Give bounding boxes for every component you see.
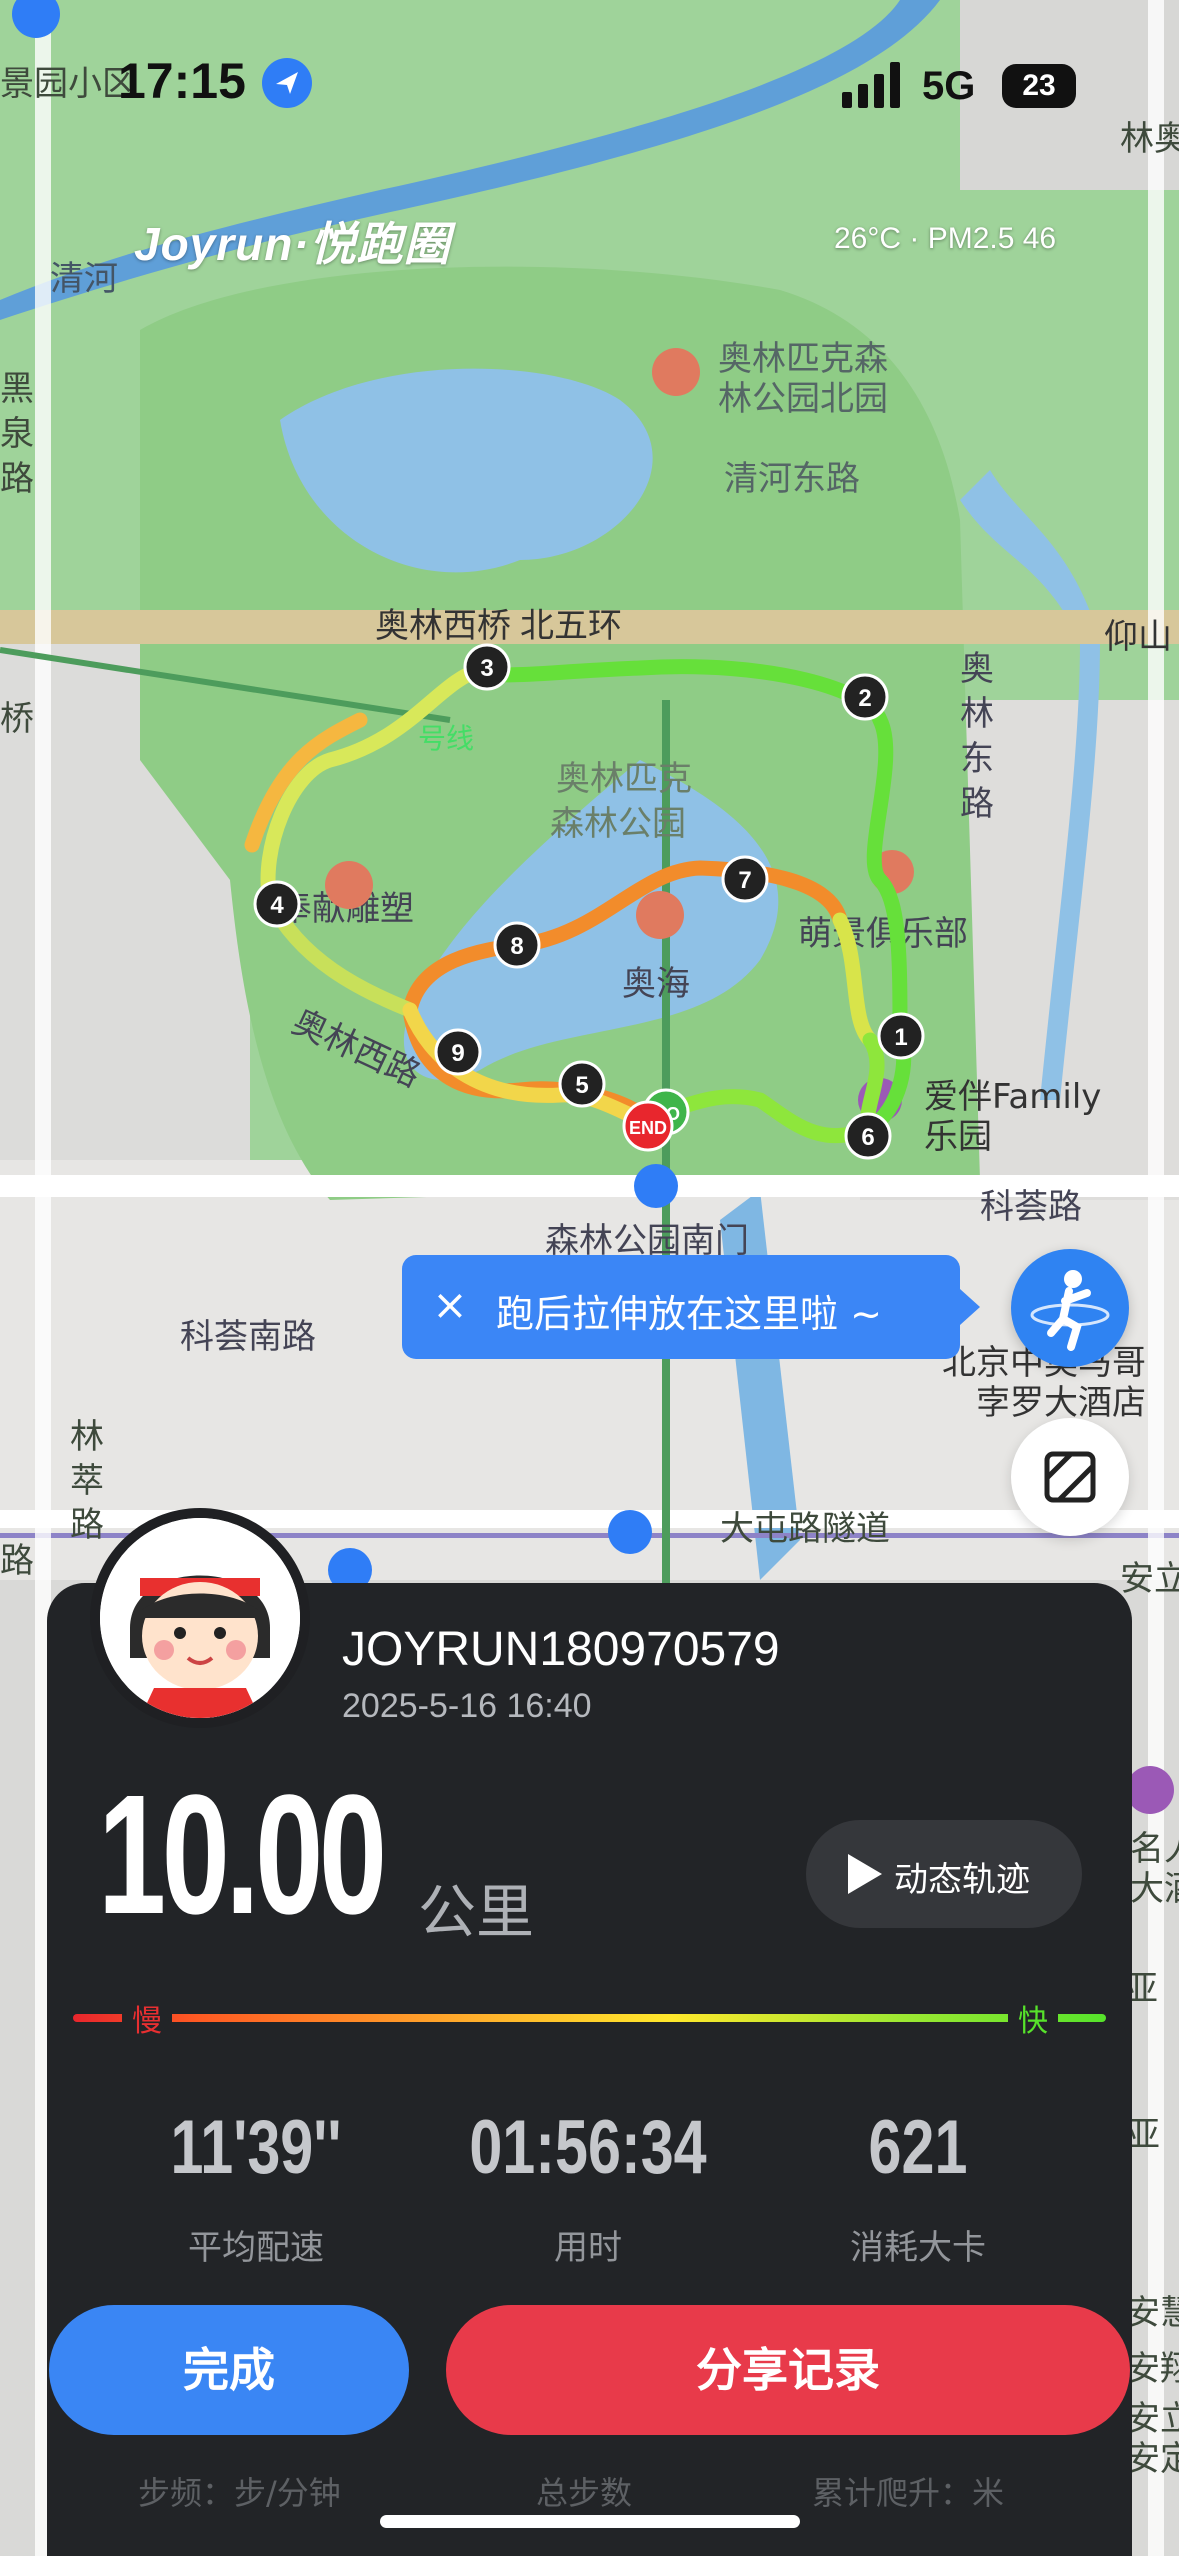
svg-text:路: 路 (0, 459, 34, 499)
distance-value: 10.00 (98, 1760, 387, 1950)
svg-text:景园小区: 景园小区 (0, 64, 136, 104)
svg-text:奥: 奥 (960, 649, 994, 689)
avatar[interactable] (90, 1508, 310, 1728)
svg-text:乐园: 乐园 (924, 1117, 992, 1157)
svg-text:安立路: 安立路 (1126, 2399, 1179, 2439)
stretch-tip: × 跑后拉伸放在这里啦 ~ (402, 1255, 980, 1359)
elevation-gain-label: 累计爬升：米 (812, 2474, 1005, 2512)
svg-text:大酒: 大酒 (1130, 1869, 1179, 1909)
svg-text:安慧: 安慧 (1126, 2293, 1179, 2333)
calories-value: 621 (868, 2105, 968, 2190)
east-road (1148, 0, 1164, 2556)
svg-text:5: 5 (575, 1072, 588, 1099)
pace-fast-label: 快 (1008, 1996, 1058, 2040)
svg-text:林公园北园: 林公园北园 (718, 379, 888, 419)
svg-text:泉: 泉 (0, 414, 34, 454)
svg-text:东: 东 (960, 739, 994, 779)
svg-text:北五环: 北五环 (520, 606, 622, 646)
svg-text:8: 8 (510, 933, 523, 960)
duration-label: 用时 (554, 2228, 622, 2268)
svg-text:名人: 名人 (1130, 1829, 1179, 1869)
location-arrow-icon (262, 58, 312, 108)
svg-text:1: 1 (894, 1024, 907, 1051)
svg-text:奥林西桥: 奥林西桥 (375, 606, 511, 646)
svg-text:2: 2 (858, 685, 871, 712)
svg-text:9: 9 (451, 1040, 464, 1067)
battery-icon: 23 (1002, 64, 1076, 108)
stretch-person-icon (1030, 1270, 1110, 1351)
brand-logo: Joyrun·悦跑圈 (134, 218, 451, 270)
svg-text:萃: 萃 (70, 1461, 104, 1501)
stretch-button[interactable] (1011, 1249, 1129, 1367)
poi-pin-icon (1126, 1766, 1174, 1814)
duration-value: 01:56:34 (469, 2105, 707, 2190)
poi-pin-icon (636, 891, 684, 939)
replay-track-label: 动态轨迹 (894, 1860, 1030, 1900)
pace-gradient-bar (73, 2014, 1106, 2022)
share-record-button[interactable]: 分享记录 (446, 2305, 1130, 2435)
weather-info: 26°C · PM2.5 46 (834, 222, 1057, 255)
calories-label: 消耗大卡 (850, 2228, 986, 2268)
svg-text:孛罗大酒店: 孛罗大酒店 (976, 1383, 1146, 1423)
distance-unit: 公里 (418, 1878, 535, 1946)
subway-station-icon (634, 1164, 678, 1208)
replay-track-button[interactable]: 动态轨迹 (806, 1820, 1082, 1928)
svg-text:萌景俱乐部: 萌景俱乐部 (798, 914, 968, 954)
poi-pin-icon (652, 348, 700, 396)
map-layer-icon (1044, 1451, 1096, 1503)
stretch-tip-text: 跑后拉伸放在这里啦 ~ (496, 1292, 882, 1336)
svg-text:爱伴Family: 爱伴Family (924, 1077, 1101, 1117)
svg-text:林奥: 林奥 (1120, 119, 1179, 159)
svg-text:清河: 清河 (50, 259, 118, 299)
svg-text:奥海: 奥海 (622, 964, 690, 1004)
svg-text:科荟路: 科荟路 (980, 1187, 1082, 1227)
svg-text:号线: 号线 (418, 722, 474, 755)
svg-text:科荟南路: 科荟南路 (180, 1317, 316, 1357)
svg-text:黑: 黑 (0, 369, 34, 409)
tunnel-icon (608, 1510, 652, 1554)
svg-text:大屯路隧道: 大屯路隧道 (720, 1509, 890, 1549)
svg-text:7: 7 (738, 867, 751, 894)
status-time: 17:15 (118, 53, 246, 109)
done-button[interactable]: 完成 (49, 2305, 409, 2435)
svg-text:林: 林 (960, 694, 994, 734)
avg-pace-value: 11'39'' (170, 2105, 342, 2190)
svg-text:6: 6 (861, 1124, 874, 1151)
run-datetime: 2025-5-16 16:40 (342, 1687, 592, 1725)
total-steps-label: 总步数 (536, 2474, 633, 2512)
svg-text:森林公园: 森林公园 (550, 804, 686, 844)
avatar-cartoon-icon (100, 1518, 300, 1718)
svg-text:奥林匹克: 奥林匹克 (556, 759, 692, 799)
svg-text:END: END (629, 1118, 667, 1138)
home-indicator[interactable] (380, 2515, 800, 2528)
svg-text:桥: 桥 (0, 699, 34, 739)
svg-text:安定门: 安定门 (1126, 2439, 1179, 2479)
svg-text:安立: 安立 (1120, 1559, 1179, 1599)
pace-slow-label: 慢 (122, 1996, 172, 2040)
poi-pin-icon (325, 861, 373, 909)
cadence-label: 步频：步/分钟 (138, 2474, 341, 2512)
network-label: 5G (922, 64, 976, 108)
svg-text:4: 4 (270, 892, 284, 919)
svg-text:清河东路: 清河东路 (724, 459, 860, 499)
svg-text:3: 3 (480, 655, 493, 682)
play-icon (848, 1854, 882, 1894)
svg-text:仰山: 仰山 (1104, 617, 1172, 657)
signal-icon (842, 62, 900, 108)
svg-text:路: 路 (70, 1505, 104, 1545)
map-layer-button[interactable] (1011, 1418, 1129, 1536)
svg-text:奥林匹克森: 奥林匹克森 (718, 339, 888, 379)
svg-text:安翔: 安翔 (1126, 2349, 1179, 2389)
svg-text:路: 路 (960, 784, 994, 824)
close-icon[interactable]: × (424, 1279, 476, 1331)
avg-pace-label: 平均配速 (188, 2228, 324, 2268)
svg-text:林: 林 (70, 1417, 104, 1457)
svg-text:路: 路 (0, 1541, 34, 1581)
username: JOYRUN180970579 (342, 1623, 780, 1676)
